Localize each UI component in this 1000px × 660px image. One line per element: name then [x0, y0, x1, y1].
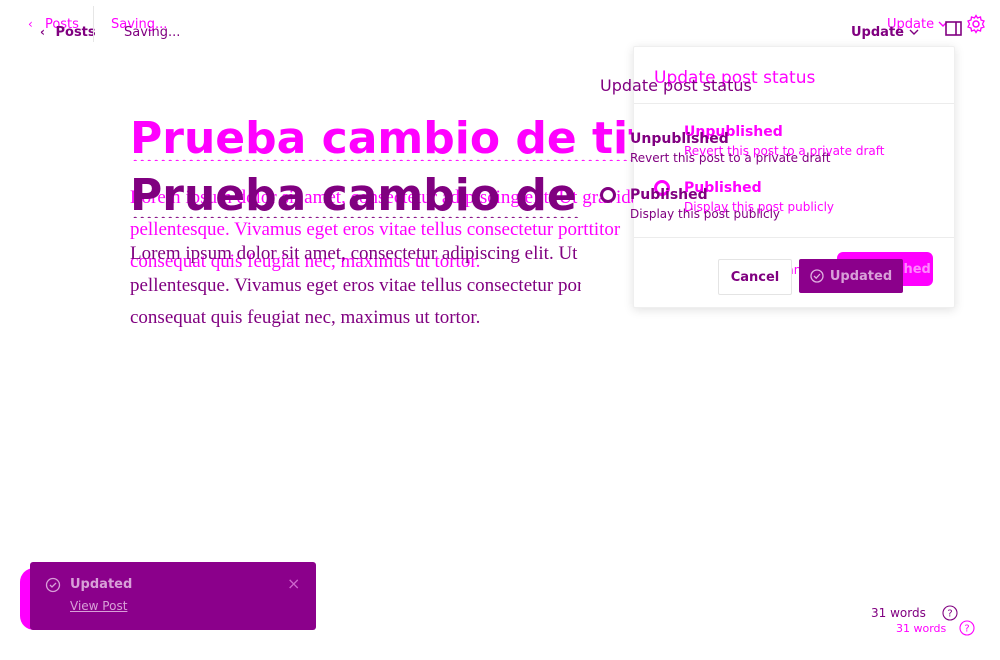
paragraph-line[interactable]: Lorem ipsum dolor sit amet, consectetur …: [130, 238, 581, 270]
help-button-ghost[interactable]: ?: [942, 605, 958, 625]
option-unpublished-desc: Revert this post to a private draft: [630, 151, 831, 165]
chevron-down-icon: [909, 29, 919, 35]
panel-heading: Update post status: [600, 76, 752, 95]
paragraph-line[interactable]: pellentesque. Vivamus eget eros vitae te…: [130, 270, 581, 302]
post-title[interactable]: Prueba cambio de titulo: [130, 174, 580, 218]
view-post-link[interactable]: View Post: [70, 599, 127, 613]
check-circle-icon: [45, 577, 61, 593]
close-icon: ×: [287, 574, 301, 593]
help-circle-icon: ?: [959, 620, 975, 636]
updated-button[interactable]: Updated: [799, 259, 903, 293]
word-count-ghost: 31 words: [871, 606, 926, 620]
option-published-desc: Display this post publicly: [630, 207, 781, 221]
option-published-label: Published: [630, 187, 708, 203]
paragraph-line[interactable]: consequat quis feugiat nec, maximus ut t…: [130, 302, 581, 334]
sidebar-panel-icon: [945, 21, 962, 36]
update-menu[interactable]: Update: [851, 25, 919, 40]
svg-text:?: ?: [947, 609, 952, 620]
toast-notification: Updated View Post ×: [30, 562, 316, 630]
toast-title: Updated: [70, 577, 133, 592]
back-link[interactable]: ‹ Posts: [40, 25, 96, 40]
panel-divider: [634, 237, 954, 238]
option-unpublished-label: Unpublished: [630, 131, 729, 147]
panel-divider: [634, 103, 954, 104]
check-circle-icon: [810, 269, 824, 283]
radio-published[interactable]: [600, 187, 616, 203]
settings-button[interactable]: [966, 14, 986, 38]
save-status: Saving...: [124, 25, 181, 40]
chevron-left-icon: ‹: [40, 25, 45, 39]
chevron-left-icon: ‹: [28, 17, 33, 31]
svg-text:?: ?: [964, 624, 969, 635]
cancel-button[interactable]: Cancel: [718, 259, 792, 295]
help-circle-icon: ?: [942, 605, 958, 621]
topbar-divider: [93, 6, 94, 42]
post-title-ghost[interactable]: Prueba cambio de titulo: [130, 117, 632, 161]
sidebar-toggle-button[interactable]: [945, 21, 963, 41]
word-count: 31 words: [896, 622, 947, 635]
toast-close-button[interactable]: ×: [287, 574, 300, 593]
help-button[interactable]: ?: [959, 620, 975, 640]
gear-icon: [967, 14, 985, 34]
